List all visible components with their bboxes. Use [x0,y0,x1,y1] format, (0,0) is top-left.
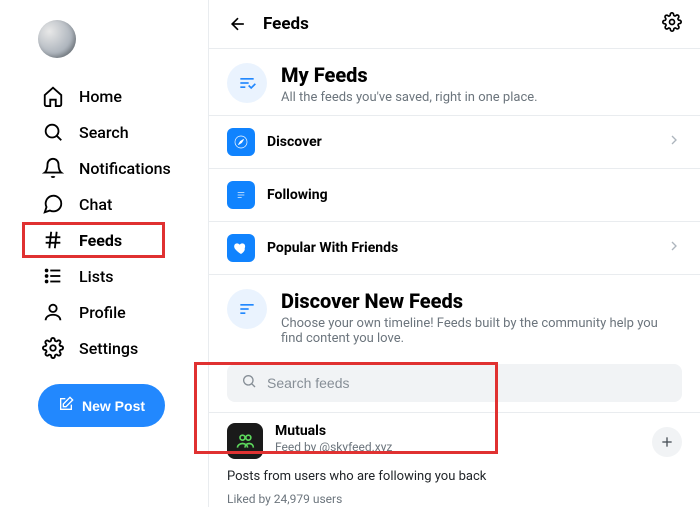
sidebar-item-search[interactable]: Search [38,114,194,150]
add-feed-button[interactable] [652,427,682,457]
back-button[interactable] [227,13,249,35]
search-input[interactable] [267,375,668,391]
compass-icon [227,128,255,156]
search-input-container[interactable] [227,364,682,402]
feed-card-mutuals[interactable]: Mutuals Feed by @skyfeed.xyz Posts from … [209,412,700,507]
discover-section: Discover New Feeds Choose your own timel… [209,274,700,356]
my-feeds-title: My Feeds [281,63,538,87]
sidebar-item-settings[interactable]: Settings [38,330,194,366]
main: Feeds My Feeds All the feeds you've save… [208,0,700,507]
my-feeds-icon [227,63,267,103]
sidebar-item-label: Lists [79,267,114,286]
feed-card-desc: Posts from users who are following you b… [227,469,682,484]
sidebar-item-label: Feeds [79,231,122,250]
sidebar-item-label: Search [79,123,129,142]
my-feeds-section: My Feeds All the feeds you've saved, rig… [209,49,700,115]
saved-feed-label: Popular With Friends [267,240,398,256]
hash-icon [42,229,64,251]
avatar[interactable] [38,20,76,58]
new-post-button[interactable]: New Post [38,384,165,427]
gear-icon [42,337,64,359]
saved-feed-discover[interactable]: Discover [209,115,700,168]
my-feeds-subtitle: All the feeds you've saved, right in one… [281,90,538,105]
discover-icon [227,289,267,329]
sidebar-item-profile[interactable]: Profile [38,294,194,330]
home-icon [42,85,64,107]
sidebar-item-label: Home [79,87,122,106]
search-wrap [209,356,700,412]
feed-card-by: Feed by @skyfeed.xyz [275,440,392,454]
discover-subtitle: Choose your own timeline! Feeds built by… [281,316,682,346]
search-icon [42,121,64,143]
feed-card-title: Mutuals [275,423,392,439]
settings-button[interactable] [662,12,682,36]
sidebar-item-notifications[interactable]: Notifications [38,150,194,186]
chevron-right-icon [666,238,682,258]
page-header: Feeds [209,0,700,49]
sidebar: Home Search Notifications Chat Feeds Lis… [0,0,208,507]
new-post-label: New Post [82,398,145,414]
chevron-right-icon [666,132,682,152]
heart-icon [227,234,255,262]
following-icon [227,181,255,209]
sidebar-item-feeds[interactable]: Feeds [38,222,194,258]
sidebar-item-label: Notifications [79,159,171,178]
search-icon [241,373,257,393]
feed-card-likes: Liked by 24,979 users [227,492,682,506]
sidebar-item-home[interactable]: Home [38,78,194,114]
sidebar-item-label: Settings [79,339,138,358]
list-icon [42,265,64,287]
mutuals-icon [227,423,263,459]
chat-icon [42,193,64,215]
compose-icon [58,396,74,415]
sidebar-item-label: Profile [79,303,126,322]
saved-feed-popular[interactable]: Popular With Friends [209,221,700,274]
bell-icon [42,157,64,179]
saved-feed-label: Following [267,187,328,203]
sidebar-item-label: Chat [79,195,112,214]
sidebar-item-chat[interactable]: Chat [38,186,194,222]
saved-feed-label: Discover [267,134,322,150]
sidebar-item-lists[interactable]: Lists [38,258,194,294]
saved-feed-following[interactable]: Following [209,168,700,221]
user-icon [42,301,64,323]
page-title: Feeds [263,14,648,34]
discover-title: Discover New Feeds [281,289,682,313]
